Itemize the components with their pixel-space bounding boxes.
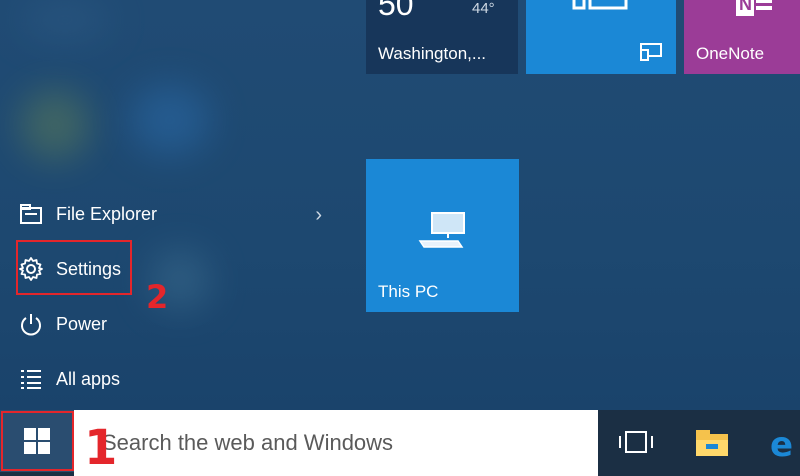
task-view-icon — [619, 431, 653, 453]
svg-text:e: e — [770, 425, 793, 465]
step-2-marker: 2 — [146, 278, 169, 316]
settings-highlight-box — [16, 240, 132, 295]
step-1-marker: 1 — [84, 420, 118, 476]
this-pc-label: This PC — [378, 282, 439, 301]
folder-icon — [696, 430, 728, 456]
edge-browser-button[interactable]: e — [766, 422, 800, 466]
blurred-app-icon — [20, 90, 90, 160]
all-apps-list-icon — [18, 366, 44, 392]
tablet-mode-icon — [640, 43, 662, 66]
blurred-app-icon — [130, 85, 210, 155]
file-explorer-label: File Explorer — [56, 203, 158, 224]
power-icon — [18, 311, 44, 337]
weather-low-temp: 44° — [472, 0, 495, 17]
svg-text:N: N — [739, 0, 752, 14]
power-label: Power — [56, 313, 108, 334]
tablet-icon — [572, 0, 632, 21]
weather-city: Washington,... — [378, 44, 487, 63]
task-view-button[interactable] — [614, 426, 658, 460]
search-input[interactable]: Search the web and Windows — [74, 410, 598, 476]
start-menu: File Explorer › Settings 2 Power All app… — [0, 0, 800, 410]
onenote-icon: N — [736, 0, 776, 23]
tablet-mode-tile[interactable] — [526, 0, 676, 74]
this-pc-icon — [418, 211, 466, 256]
onenote-label: OneNote — [696, 44, 765, 63]
file-explorer-icon — [18, 201, 44, 227]
weather-tile[interactable]: 50 44° Washington,... — [366, 0, 518, 74]
weather-temp: 50 — [378, 0, 414, 22]
file-explorer-taskbar-button[interactable] — [690, 426, 734, 460]
chevron-right-icon[interactable]: › — [315, 204, 322, 227]
this-pc-tile[interactable]: This PC — [366, 159, 519, 312]
menu-item-all-apps[interactable]: All apps — [18, 359, 120, 399]
menu-item-power[interactable]: Power — [18, 304, 107, 344]
all-apps-label: All apps — [56, 368, 121, 389]
blurred-app-icon — [20, 0, 110, 40]
taskbar: Search the web and Windows e — [0, 410, 800, 476]
start-highlight-box — [1, 411, 74, 471]
onenote-tile[interactable]: N OneNote — [684, 0, 800, 74]
search-placeholder: Search the web and Windows — [102, 430, 394, 455]
edge-icon: e — [770, 425, 793, 465]
menu-item-file-explorer[interactable]: File Explorer › — [18, 194, 328, 234]
